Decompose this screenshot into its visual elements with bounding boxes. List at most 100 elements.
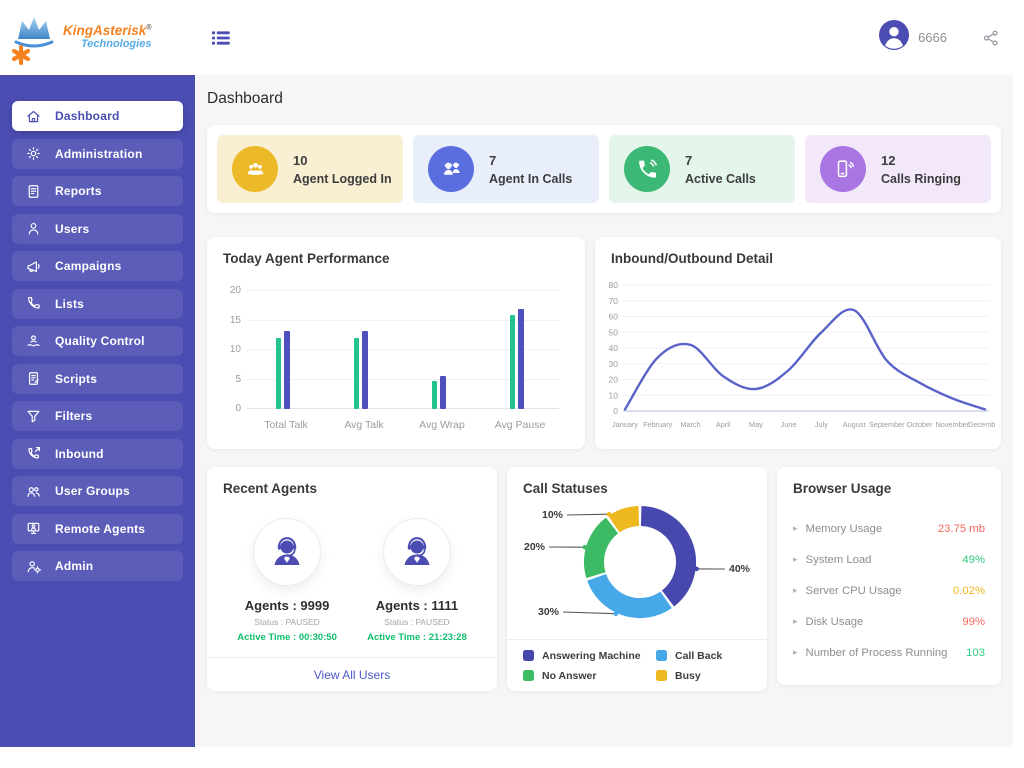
- bar-chart: 05101520Total TalkAvg TalkAvg WrapAvg Pa…: [247, 291, 559, 409]
- svg-text:80: 80: [609, 280, 619, 290]
- report-icon: [25, 183, 42, 200]
- usergroups-icon: [25, 483, 42, 500]
- sidebar-item-inbound[interactable]: Inbound: [12, 439, 183, 469]
- call-statuses-card: Call Statuses 40%30%20%10% Answering Mac…: [507, 467, 767, 691]
- bar-avg-wrap-series1: [432, 381, 437, 409]
- stat-label: Active Calls: [685, 172, 756, 186]
- x-axis-label: Total Talk: [247, 419, 325, 431]
- svg-text:December: December: [968, 420, 995, 429]
- bar-total-talk-series1: [276, 338, 281, 409]
- agent-active-time: Active Time : 21:23:28: [367, 632, 467, 643]
- view-all-users-link[interactable]: View All Users: [314, 668, 390, 682]
- legend-label: Busy: [675, 670, 701, 682]
- registered-mark: ®: [146, 25, 151, 32]
- usage-value: 23.75 mb: [938, 523, 985, 535]
- line-chart: 01020304050607080JanuaryFebruaryMarchApr…: [603, 277, 995, 443]
- usage-label: System Load: [806, 554, 963, 566]
- caret-right-icon: ▸: [793, 523, 798, 534]
- usage-row-server-cpu-usage[interactable]: ▸Server CPU Usage0.02%: [793, 575, 985, 606]
- sidebar-item-admin[interactable]: Admin: [12, 551, 183, 581]
- incall-icon: [428, 146, 474, 192]
- usage-label: Memory Usage: [806, 523, 938, 535]
- filter-icon: [25, 408, 42, 425]
- bar-avg-talk-series1: [354, 338, 359, 409]
- agent-performance-title: Today Agent Performance: [207, 237, 585, 266]
- sidebar-item-campaigns[interactable]: Campaigns: [12, 251, 183, 281]
- bar-avg-pause-series1: [510, 315, 515, 409]
- menu-toggle-icon[interactable]: [211, 28, 231, 48]
- brand-logo[interactable]: KingAsterisk® Technologies: [0, 0, 195, 75]
- sidebar-item-label: Remote Agents: [55, 522, 145, 536]
- megaphone-icon: [25, 258, 42, 275]
- svg-text:70: 70: [609, 296, 619, 306]
- sidebar-item-user-groups[interactable]: User Groups: [12, 476, 183, 506]
- legend-label: No Answer: [542, 670, 596, 682]
- usage-label: Number of Process Running: [806, 647, 967, 659]
- svg-text:60: 60: [609, 312, 619, 322]
- legend-item-no-answer[interactable]: No Answer: [523, 670, 656, 682]
- stat-card-calls-ringing: 12Calls Ringing: [805, 135, 991, 203]
- x-axis-label: Avg Wrap: [403, 419, 481, 431]
- x-axis-label: Avg Pause: [481, 419, 559, 431]
- share-icon[interactable]: [982, 29, 1000, 47]
- caret-right-icon: ▸: [793, 585, 798, 596]
- sidebar-item-administration[interactable]: Administration: [12, 139, 183, 169]
- usage-value: 0.02%: [953, 585, 985, 597]
- y-axis-tick: 5: [219, 374, 241, 385]
- phone-icon: [25, 295, 42, 312]
- usage-row-memory-usage[interactable]: ▸ Memory Usage23.75 mb: [793, 513, 985, 544]
- browser-usage-title: Browser Usage: [777, 467, 1001, 496]
- legend-swatch: [523, 650, 534, 661]
- svg-text:40%: 40%: [729, 563, 751, 575]
- sidebar-item-lists[interactable]: Lists: [12, 289, 183, 319]
- brand-text: KingAsterisk® Technologies: [63, 24, 151, 51]
- stat-value: 12: [881, 153, 961, 168]
- inbound-outbound-title: Inbound/Outbound Detail: [595, 237, 1001, 266]
- usage-row-number-of-process-running[interactable]: ▸Number of Process Running103: [793, 637, 985, 668]
- bar-total-talk-series2: [284, 331, 290, 409]
- gridline: [247, 290, 559, 291]
- svg-text:30%: 30%: [538, 606, 560, 618]
- usage-value: 49%: [962, 554, 985, 566]
- brand-subtitle: Technologies: [63, 39, 151, 51]
- x-axis-label: Avg Talk: [325, 419, 403, 431]
- stat-label: Agent In Calls: [489, 172, 572, 186]
- usage-label: Disk Usage: [806, 616, 963, 628]
- legend-item-busy[interactable]: Busy: [656, 670, 751, 682]
- usage-rows: ▸Memory Usage23.75 mb▸System Load49%▸Ser…: [793, 513, 985, 668]
- sidebar-item-quality-control[interactable]: Quality Control: [12, 326, 183, 356]
- stat-value: 7: [489, 153, 572, 168]
- sidebar-item-reports[interactable]: Reports: [12, 176, 183, 206]
- crown-asterisk-icon: [8, 11, 60, 65]
- legend-item-call-back[interactable]: Call Back: [656, 650, 751, 662]
- remote-icon: [25, 520, 42, 537]
- svg-text:May: May: [749, 420, 763, 429]
- legend-item-answering-machine[interactable]: Answering Machine: [523, 650, 656, 662]
- sidebar-item-filters[interactable]: Filters: [12, 401, 183, 431]
- usage-row-system-load[interactable]: ▸System Load49%: [793, 544, 985, 575]
- y-axis-tick: 20: [219, 285, 241, 296]
- agent-status: Status : PAUSED: [237, 617, 337, 627]
- script-icon: [25, 370, 42, 387]
- donut-chart: 40%30%20%10%: [507, 497, 767, 642]
- top-header: 6666: [195, 0, 1024, 75]
- sidebar-item-scripts[interactable]: Scripts: [12, 364, 183, 394]
- user-avatar[interactable]: [879, 20, 909, 55]
- stat-value: 10: [293, 153, 392, 168]
- svg-text:June: June: [781, 420, 797, 429]
- sidebar-item-label: Scripts: [55, 372, 97, 386]
- legend-swatch: [523, 670, 534, 681]
- usage-value: 99%: [962, 616, 985, 628]
- sidebar-item-users[interactable]: Users: [12, 214, 183, 244]
- agent-avatar-icon: [384, 519, 450, 585]
- sidebar-item-dashboard[interactable]: Dashboard: [12, 101, 183, 131]
- sidebar-item-label: Filters: [55, 409, 92, 423]
- svg-text:January: January: [612, 420, 638, 429]
- svg-text:March: March: [680, 420, 700, 429]
- stat-card-active-calls: 7Active Calls: [609, 135, 795, 203]
- quality-icon: [25, 333, 42, 350]
- sidebar-item-label: User Groups: [55, 484, 130, 498]
- y-axis-tick: 10: [219, 344, 241, 355]
- usage-row-disk-usage[interactable]: ▸Disk Usage99%: [793, 606, 985, 637]
- sidebar-item-remote-agents[interactable]: Remote Agents: [12, 514, 183, 544]
